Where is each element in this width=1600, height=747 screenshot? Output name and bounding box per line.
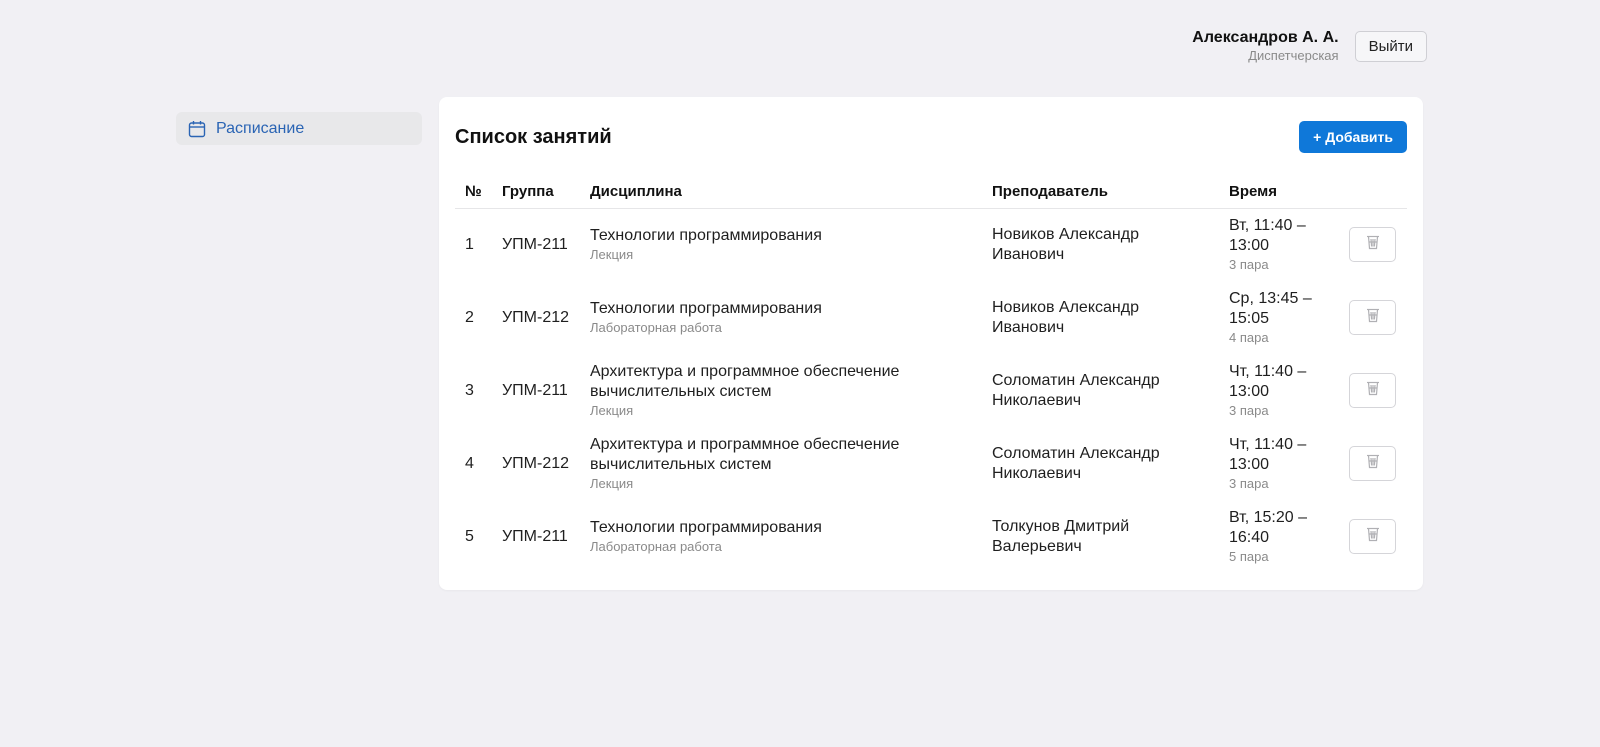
lesson-type: Лекция bbox=[590, 246, 634, 262]
sidebar-item-label: Расписание bbox=[216, 119, 305, 137]
pair-number: 3 пара bbox=[1229, 402, 1269, 418]
time-range: Чт, 11:40 – 13:00 bbox=[1229, 362, 1307, 400]
user-role: Диспетчерская bbox=[1248, 48, 1339, 63]
row-time: Вт, 11:40 – 13:00 3 пара bbox=[1219, 208, 1339, 281]
row-actions bbox=[1339, 208, 1407, 281]
row-time: Ср, 13:45 – 15:05 4 пара bbox=[1219, 281, 1339, 354]
delete-button[interactable] bbox=[1349, 227, 1396, 263]
discipline-name: Технологии программирования bbox=[590, 299, 822, 317]
lesson-type: Лабораторная работа bbox=[590, 319, 722, 335]
trash-icon bbox=[1366, 453, 1380, 475]
row-actions bbox=[1339, 354, 1407, 427]
column-header-actions bbox=[1339, 175, 1407, 209]
time-range: Вт, 15:20 – 16:40 bbox=[1229, 508, 1307, 546]
trash-icon bbox=[1366, 307, 1380, 329]
time-range: Ср, 13:45 – 15:05 bbox=[1229, 289, 1312, 327]
row-group: УПМ-212 bbox=[502, 308, 570, 326]
delete-button[interactable] bbox=[1349, 446, 1396, 481]
table-row: 5 УПМ-211 Технологии программирования Ла… bbox=[455, 500, 1407, 573]
row-actions bbox=[1339, 500, 1407, 573]
lessons-card: Список занятий + Добавить № Группа Дисци… bbox=[439, 97, 1423, 590]
row-teacher: Новиков Александр Иванович bbox=[992, 225, 1139, 263]
row-time: Чт, 11:40 – 13:00 3 пара bbox=[1219, 354, 1339, 427]
row-group: УПМ-211 bbox=[502, 381, 568, 399]
add-button[interactable]: + Добавить bbox=[1299, 121, 1407, 153]
delete-button[interactable] bbox=[1349, 373, 1396, 408]
row-group: УПМ-212 bbox=[502, 454, 570, 472]
pair-number: 3 пара bbox=[1229, 256, 1269, 272]
page: Александров А. А. Диспетчерская Выйти Ра… bbox=[0, 0, 1600, 747]
row-num: 5 bbox=[465, 527, 474, 545]
time-range: Вт, 11:40 – 13:00 bbox=[1229, 216, 1306, 254]
row-time: Вт, 15:20 – 16:40 5 пара bbox=[1219, 500, 1339, 573]
page-title: Список занятий bbox=[455, 125, 612, 148]
table-row: 3 УПМ-211 Архитектура и программное обес… bbox=[455, 354, 1407, 427]
column-header-group: Группа bbox=[492, 175, 580, 209]
calendar-icon bbox=[188, 120, 206, 138]
lesson-type: Лабораторная работа bbox=[590, 538, 722, 554]
trash-icon bbox=[1366, 380, 1380, 402]
row-discipline: Технологии программирования Лабораторная… bbox=[580, 500, 982, 573]
row-time: Чт, 11:40 – 13:00 3 пара bbox=[1219, 427, 1339, 500]
user-info: Александров А. А. Диспетчерская bbox=[1192, 28, 1338, 64]
discipline-name: Архитектура и программное обеспечение вы… bbox=[590, 435, 900, 473]
row-group: УПМ-211 bbox=[502, 235, 568, 253]
row-actions bbox=[1339, 281, 1407, 354]
pair-number: 4 пара bbox=[1229, 329, 1269, 345]
row-num: 3 bbox=[465, 381, 474, 399]
column-header-discipline: Дисциплина bbox=[580, 175, 982, 209]
row-actions bbox=[1339, 427, 1407, 500]
trash-icon bbox=[1366, 526, 1380, 548]
table-row: 2 УПМ-212 Технологии программирования Ла… bbox=[455, 281, 1407, 354]
pair-number: 5 пара bbox=[1229, 548, 1269, 564]
discipline-name: Технологии программирования bbox=[590, 226, 822, 244]
lessons-table: № Группа Дисциплина Преподаватель Время … bbox=[455, 175, 1407, 573]
card-header: Список занятий + Добавить bbox=[455, 121, 1407, 153]
user-name: Александров А. А. bbox=[1192, 29, 1339, 46]
logout-button[interactable]: Выйти bbox=[1354, 30, 1427, 62]
row-teacher: Новиков Александр Иванович bbox=[992, 298, 1139, 336]
sidebar: Расписание bbox=[176, 112, 422, 145]
row-discipline: Архитектура и программное обеспечение вы… bbox=[580, 427, 982, 500]
lesson-type: Лекция bbox=[590, 402, 634, 418]
row-teacher: Соломатин Александр Николаевич bbox=[992, 444, 1160, 482]
column-header-time: Время bbox=[1219, 175, 1339, 209]
row-discipline: Технологии программирования Лекция bbox=[580, 208, 982, 281]
row-teacher: Толкунов Дмитрий Валерьевич bbox=[992, 517, 1130, 555]
time-range: Чт, 11:40 – 13:00 bbox=[1229, 435, 1307, 473]
row-num: 1 bbox=[465, 235, 474, 253]
row-teacher: Соломатин Александр Николаевич bbox=[992, 371, 1160, 409]
pair-number: 3 пара bbox=[1229, 475, 1269, 491]
table-row: 1 УПМ-211 Технологии программирования Ле… bbox=[455, 208, 1407, 281]
column-header-num: № bbox=[455, 175, 492, 209]
delete-button[interactable] bbox=[1349, 300, 1396, 335]
row-num: 2 bbox=[465, 308, 474, 326]
column-header-teacher: Преподаватель bbox=[982, 175, 1219, 209]
lesson-type: Лекция bbox=[590, 475, 634, 491]
row-group: УПМ-211 bbox=[502, 527, 568, 545]
table-header-row: № Группа Дисциплина Преподаватель Время bbox=[455, 175, 1407, 209]
trash-icon bbox=[1366, 234, 1380, 256]
discipline-name: Технологии программирования bbox=[590, 518, 822, 536]
row-discipline: Технологии программирования Лабораторная… bbox=[580, 281, 982, 354]
table-row: 4 УПМ-212 Архитектура и программное обес… bbox=[455, 427, 1407, 500]
discipline-name: Архитектура и программное обеспечение вы… bbox=[590, 362, 900, 400]
sidebar-item-schedule[interactable]: Расписание bbox=[176, 112, 422, 145]
row-discipline: Архитектура и программное обеспечение вы… bbox=[580, 354, 982, 427]
row-num: 4 bbox=[465, 454, 474, 472]
user-panel: Александров А. А. Диспетчерская Выйти bbox=[1192, 28, 1427, 64]
delete-button[interactable] bbox=[1349, 519, 1396, 554]
